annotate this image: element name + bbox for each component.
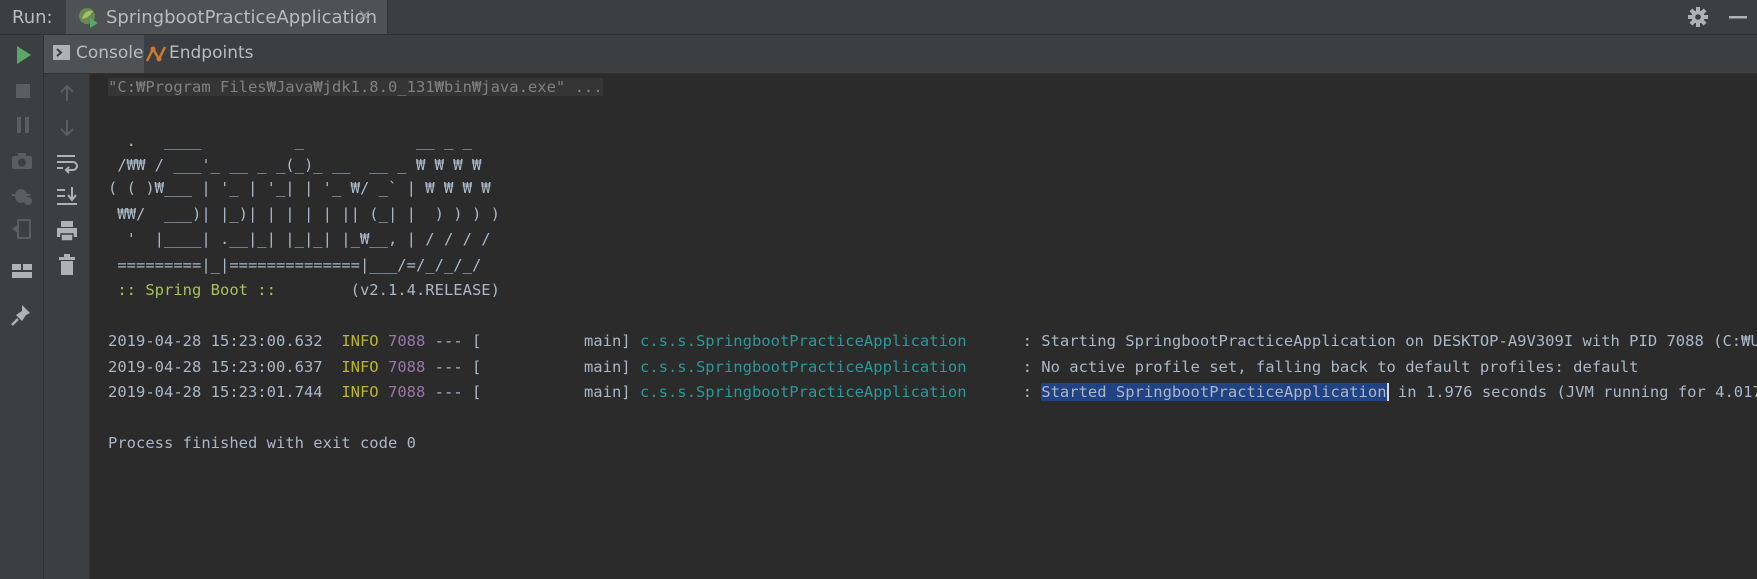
exit-icon[interactable] <box>8 215 36 243</box>
spring-boot-label: :: Spring Boot :: <box>108 281 286 299</box>
gear-icon[interactable] <box>1686 5 1710 33</box>
banner-line: . ____ _ __ _ _ <box>108 132 472 150</box>
run-label: Run: <box>12 7 53 28</box>
banner-line: ' |____| .__|_| |_|_| |_₩__, | / / / / <box>108 230 491 248</box>
log-line: 2019-04-28 15:23:00.637 INFO 7088 --- [ … <box>108 358 1639 376</box>
down-arrow-icon[interactable] <box>53 114 81 142</box>
settings-bug-icon[interactable] <box>8 181 36 209</box>
close-icon[interactable]: × <box>357 5 372 26</box>
stop-icon[interactable] <box>9 77 37 105</box>
console-toolbar <box>44 74 90 579</box>
log-line: 2019-04-28 15:23:01.744 INFO 7088 --- [ … <box>108 382 1757 402</box>
pin-icon[interactable] <box>8 301 36 329</box>
text-caret: in 1.976 seconds (JVM running for 4.017) <box>1386 383 1757 401</box>
tab-console-label: Console <box>76 43 144 63</box>
tab-console[interactable]: Console <box>44 35 144 73</box>
banner-line: /₩₩ / ___'_ __ _ _(_)_ __ __ _ ₩ ₩ ₩ ₩ <box>108 156 482 174</box>
run-toolbar <box>0 35 44 579</box>
run-tab-title: SpringbootPracticeApplication <box>106 7 378 28</box>
soft-wrap-icon[interactable] <box>53 148 81 176</box>
selected-text[interactable]: Started SpringbootPracticeApplication <box>1041 383 1387 401</box>
log-line: 2019-04-28 15:23:00.632 INFO 7088 --- [ … <box>108 332 1757 350</box>
tab-endpoints[interactable]: Endpoints <box>144 35 254 73</box>
banner-line: ₩₩/ ___)| |_)| | | | | || (_| | ) ) ) ) <box>108 205 500 223</box>
console-output[interactable]: "C:₩Program Files₩Java₩jdk1.8.0_131₩bin₩… <box>90 74 1757 579</box>
run-toolwindow-header: Run: SpringbootPracticeApplication × <box>0 0 1757 35</box>
exit-message: Process finished with exit code 0 <box>108 434 416 452</box>
tab-endpoints-label: Endpoints <box>169 43 254 63</box>
spring-boot-version: (v2.1.4.RELEASE) <box>285 281 500 299</box>
print-icon[interactable] <box>53 217 81 245</box>
pause-icon[interactable] <box>9 111 37 139</box>
layout-icon[interactable] <box>8 257 36 285</box>
camera-icon[interactable] <box>8 147 36 175</box>
minimize-icon[interactable] <box>1726 5 1750 33</box>
spring-run-icon <box>76 5 100 33</box>
trash-icon[interactable] <box>53 251 81 279</box>
banner-line: =========|_|==============|___/=/_/_/_/ <box>108 256 482 274</box>
spring-boot-version-line: :: Spring Boot :: (v2.1.4.RELEASE) <box>108 280 500 300</box>
run-icon[interactable] <box>9 41 37 69</box>
command-line: "C:₩Program Files₩Java₩jdk1.8.0_131₩bin₩… <box>108 78 603 96</box>
console-icon <box>53 44 71 66</box>
up-arrow-icon[interactable] <box>53 79 81 107</box>
endpoints-icon <box>144 41 168 69</box>
scroll-to-end-icon[interactable] <box>53 182 81 210</box>
run-config-tab[interactable]: SpringbootPracticeApplication × <box>66 0 388 34</box>
console-tab-row: Console Endpoints <box>44 35 1757 74</box>
banner-line: ( ( )₩___ | '_ | '_| | '_ ₩/ _` | ₩ ₩ ₩ … <box>108 179 491 197</box>
